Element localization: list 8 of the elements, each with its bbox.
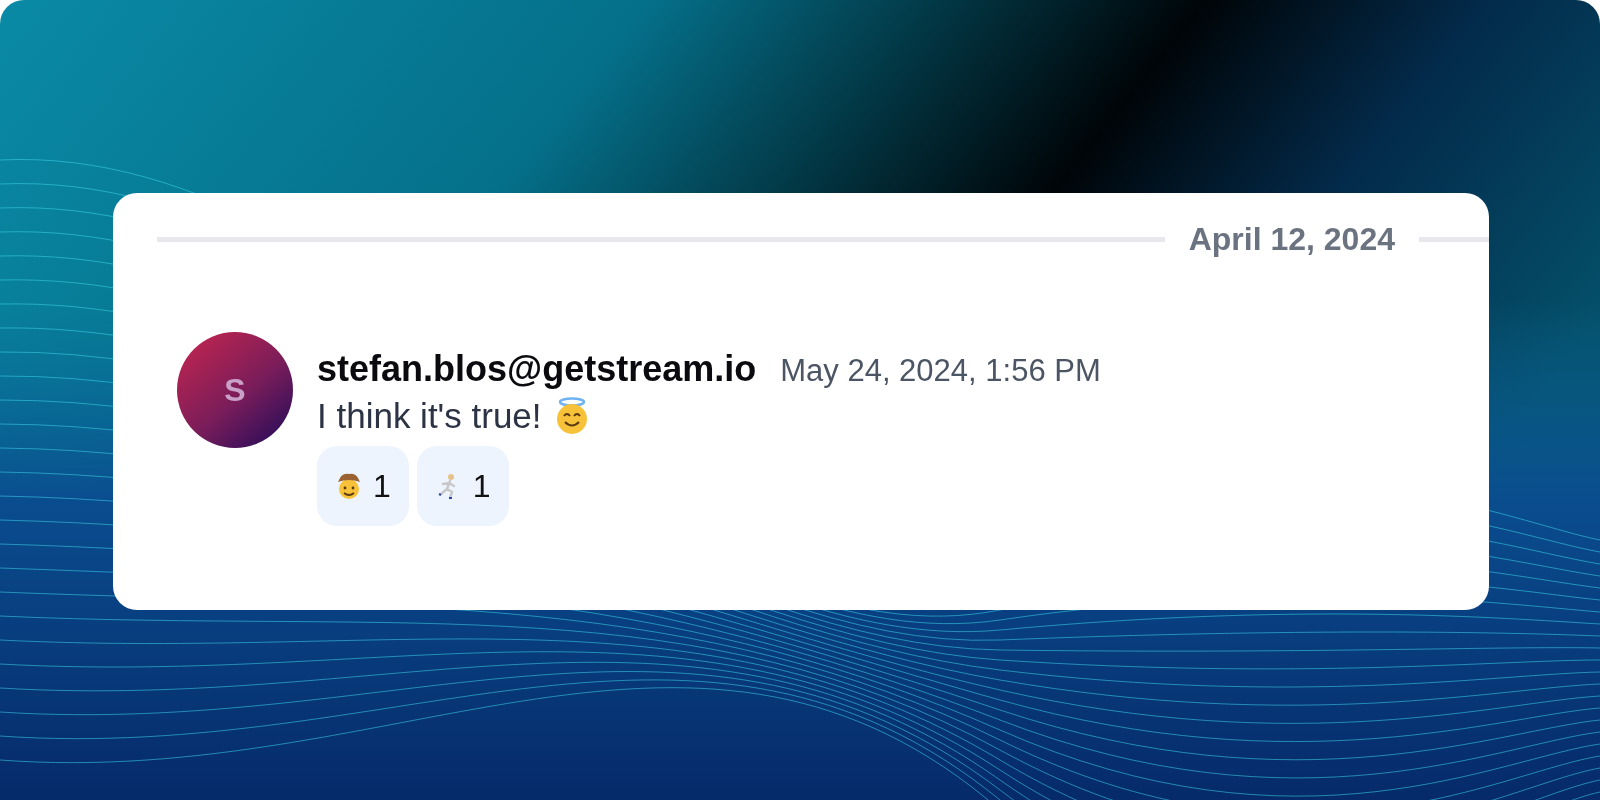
reaction-button[interactable]: 1: [317, 446, 409, 526]
reaction-button[interactable]: 1: [416, 446, 509, 526]
author-name: stefan.blos@getstream.io: [317, 348, 757, 390]
message-text: I think it's true!: [317, 396, 542, 436]
date-separator: April 12, 2024: [1188, 221, 1395, 258]
avatar: S: [177, 332, 293, 448]
cowboy-face-icon: [335, 472, 363, 500]
message-timestamp: May 24, 2024, 1:56 PM: [780, 353, 1101, 389]
